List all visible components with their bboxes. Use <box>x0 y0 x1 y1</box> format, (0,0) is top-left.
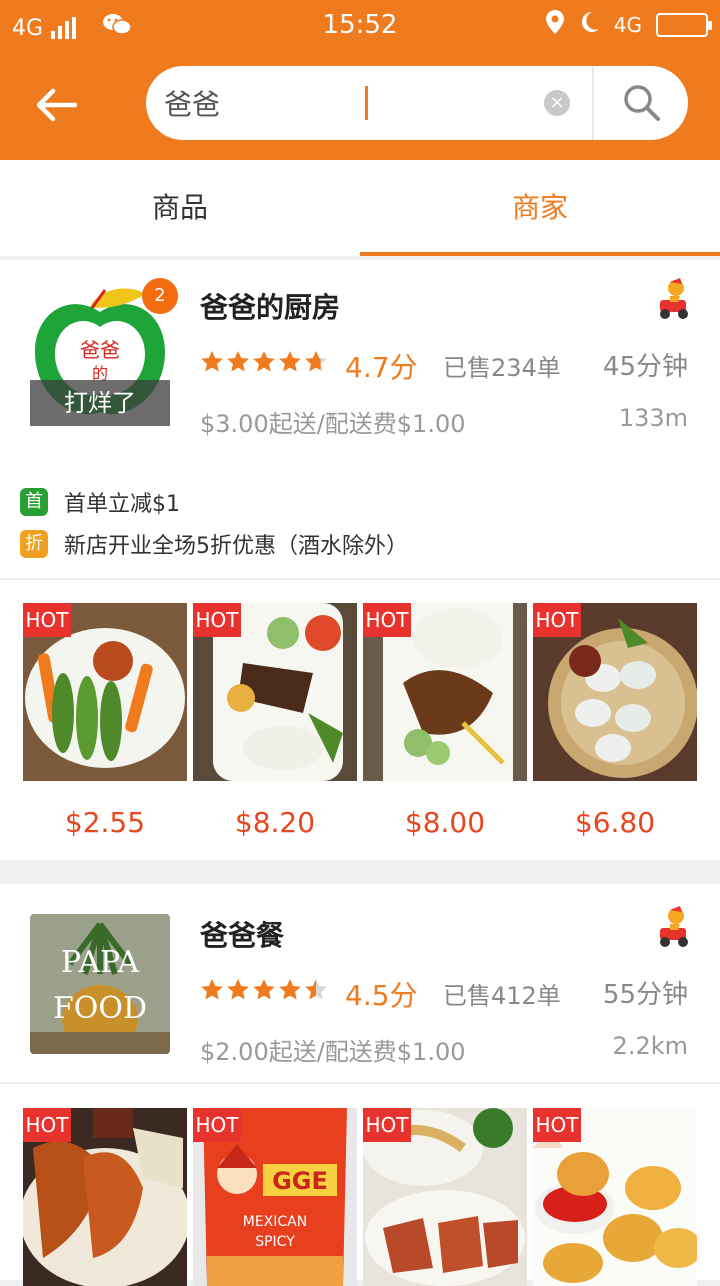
food-item[interactable]: HOT <box>23 1108 187 1286</box>
star-icon <box>253 979 275 1000</box>
delivery-time: 45分钟 <box>602 352 688 382</box>
battery-icon <box>656 13 712 37</box>
promo-first-order: 首 首单立减$1 <box>20 486 180 518</box>
star-icon <box>279 351 301 372</box>
rating-score: 4.5分 <box>345 979 418 1012</box>
search-input[interactable] <box>164 80 524 126</box>
hot-badge: HOT <box>193 603 241 637</box>
distance: 2.2km <box>612 1032 688 1060</box>
shop-name: 爸爸的厨房 <box>200 291 341 324</box>
tab-bar: 商品 商家 <box>0 160 720 256</box>
divider <box>0 578 720 580</box>
package-brand: GGE <box>272 1167 328 1195</box>
distance: 133m <box>618 404 688 432</box>
search-icon <box>624 85 660 121</box>
sold-count: 已售234单 <box>443 354 561 382</box>
network-label-right: 4G <box>613 13 642 37</box>
food-price: $8.20 <box>234 806 316 839</box>
logo-text: PAPA <box>61 945 140 980</box>
moon-icon <box>578 11 600 39</box>
delivery-fee: $2.00起送/配送费$1.00 <box>200 1038 466 1066</box>
logo-text: FOOD <box>53 991 147 1026</box>
promo-text: 新店开业全场5折优惠（酒水除外） <box>64 534 408 559</box>
promo-text: 首单立减$1 <box>64 492 180 517</box>
food-price: $6.80 <box>574 806 656 839</box>
promo-tag: 首 <box>20 488 48 516</box>
svg-text:爸爸: 爸爸 <box>80 338 120 362</box>
package-label: SPICY <box>255 1234 295 1250</box>
tab-products[interactable]: 商品 <box>0 160 360 256</box>
cart-count-badge: 2 <box>142 278 178 314</box>
search-button[interactable] <box>596 66 688 140</box>
delivery-rider-icon <box>656 906 692 948</box>
hot-badge: HOT <box>23 1108 71 1142</box>
hot-badge: HOT <box>363 1108 411 1142</box>
hot-badge: HOT <box>23 603 71 637</box>
back-button[interactable] <box>24 78 88 132</box>
back-arrow-icon <box>36 88 77 122</box>
tab-merchants[interactable]: 商家 <box>360 160 720 256</box>
shop-card[interactable]: PAPA FOOD 爸爸餐 4.5分 已售412单 55分钟 $2.00起送/配… <box>0 884 720 1286</box>
delivery-time: 55分钟 <box>602 980 688 1010</box>
shop-card[interactable]: 爸爸 的 打烊了 2 爸爸的厨房 4.7分 已售234单 45分钟 $3.00起… <box>0 260 720 860</box>
text-caret <box>365 86 368 120</box>
star-icon <box>201 351 223 372</box>
star-icon <box>227 979 249 1000</box>
rating-score: 4.7分 <box>345 351 418 384</box>
shop-logo: PAPA FOOD <box>30 914 170 1054</box>
hot-badge: HOT <box>363 603 411 637</box>
star-icon <box>227 351 249 372</box>
food-price: $2.55 <box>64 806 146 839</box>
star-icon <box>305 351 327 372</box>
star-icon <box>201 979 223 1000</box>
star-icon <box>253 351 275 372</box>
star-icon <box>305 979 327 1000</box>
hot-badge: HOT <box>533 603 581 637</box>
clear-icon[interactable]: × <box>544 90 570 116</box>
food-item[interactable]: HOT <box>193 603 357 781</box>
shop-name: 爸爸餐 <box>200 919 285 952</box>
promo-tag: 折 <box>20 530 48 558</box>
food-item[interactable]: HOT <box>533 603 697 781</box>
delivery-rider-icon <box>656 278 692 320</box>
active-tab-indicator <box>360 252 720 256</box>
search-header: × <box>0 50 720 160</box>
delivery-fee: $3.00起送/配送费$1.00 <box>200 410 466 438</box>
sold-count: 已售412单 <box>443 982 561 1010</box>
rating-stars <box>200 978 328 1002</box>
food-item[interactable]: HOT <box>533 1108 697 1286</box>
food-item[interactable]: HOT <box>23 603 187 781</box>
hot-badge: HOT <box>533 1108 581 1142</box>
divider <box>0 1082 720 1084</box>
food-item[interactable]: HOT <box>363 603 527 781</box>
search-divider <box>592 66 594 140</box>
food-item[interactable]: GGE MEXICAN SPICY HOT <box>193 1108 357 1286</box>
rating-stars <box>200 350 328 374</box>
search-box: × <box>146 66 688 140</box>
food-item[interactable]: HOT <box>363 1108 527 1286</box>
closed-overlay: 打烊了 <box>30 380 170 426</box>
status-bar: 4G 15:52 4G <box>0 0 720 50</box>
promo-discount: 折 新店开业全场5折优惠（酒水除外） <box>20 528 408 560</box>
star-icon <box>279 979 301 1000</box>
location-icon <box>545 10 564 40</box>
food-price: $8.00 <box>404 806 486 839</box>
package-label: MEXICAN <box>243 1214 307 1230</box>
hot-badge: HOT <box>193 1108 241 1142</box>
